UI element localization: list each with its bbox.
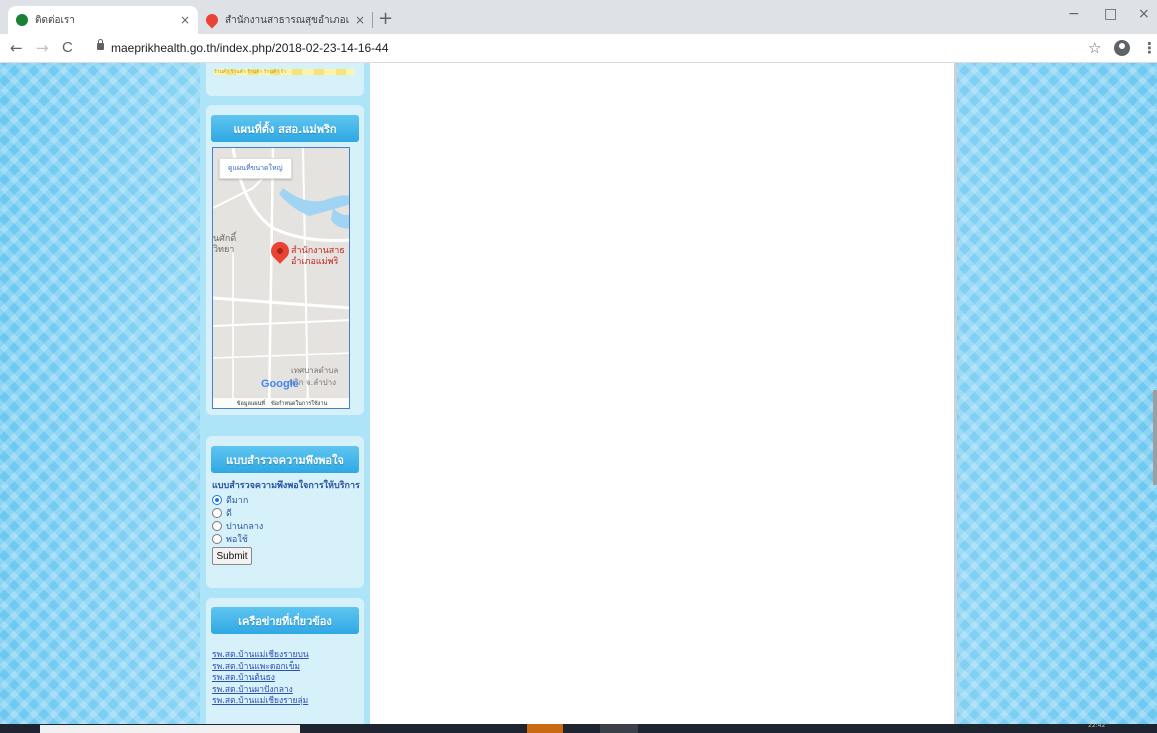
page-viewport: ร้านค้า ร้านค้า ร้านค้า ร้านค้า ร้า แผนท… [0, 63, 1157, 724]
new-tab-button[interactable]: + [378, 8, 393, 29]
network-link[interactable]: รพ.สต.บ้านแม่เชียงรายลุ่ม [212, 696, 360, 708]
account-avatar-icon[interactable] [1114, 40, 1130, 56]
poll-option-label: ปานกลาง [226, 521, 264, 532]
poll-option-label: พอใช้ [226, 534, 248, 545]
map-section-title: แผนที่ตั้ง สสอ.แม่พริก [211, 115, 359, 142]
tab-separator [372, 12, 373, 28]
embedded-map[interactable]: ดูแผนที่ขนาดใหญ่ นศักดิ์ วิทยา สำนักงานส… [212, 147, 350, 409]
taskbar-app-icon[interactable] [527, 724, 563, 733]
tab-close-icon[interactable]: × [180, 13, 190, 27]
radio-icon[interactable] [212, 507, 222, 518]
map-area-label: วิทยา [213, 245, 235, 255]
satisfaction-poll: แบบสำรวจความพึงพอใจการให้บริการ ดีมาก ดี… [212, 481, 360, 565]
taskbar-clock: 22:42 [1088, 722, 1106, 729]
back-button[interactable]: ← [10, 39, 23, 57]
radio-icon[interactable] [212, 533, 222, 544]
bookmark-star-icon[interactable]: ☆ [1088, 39, 1101, 57]
network-links: รพ.สต.บ้านแม่เชียงรายบน รพ.สต.บ้านแพะดอก… [212, 650, 360, 708]
map-area-label: นศักดิ์ [213, 234, 237, 244]
tab-title: ติดต่อเรา [35, 14, 75, 26]
lock-icon[interactable] [97, 39, 104, 50]
banner-strip[interactable]: ร้านค้า ร้านค้า ร้านค้า ร้านค้า ร้า [214, 69, 354, 75]
poll-option-label: ดีมาก [226, 495, 249, 506]
poll-box: แบบสำรวจความพึงพอใจ แบบสำรวจความพึงพอใจก… [206, 436, 364, 588]
network-link[interactable]: รพ.สต.บ้านต้นธง [212, 673, 360, 685]
browser-menu-icon[interactable]: ⋮ [1142, 39, 1157, 57]
poll-option[interactable]: ดี [212, 506, 360, 519]
close-window-button[interactable]: × [1138, 6, 1150, 22]
reload-button[interactable]: C [62, 39, 73, 56]
map-footer: ข้อมูลแผนที่ ข้อกำหนดในการใช้งาน [213, 398, 349, 408]
network-link[interactable]: รพ.สต.บ้านแม่เชียงรายบน [212, 650, 360, 662]
network-section-title: เครือข่ายที่เกี่ยวข้อง [211, 607, 359, 634]
page-container: ร้านค้า ร้านค้า ร้านค้า ร้านค้า ร้า แผนท… [200, 63, 957, 724]
map-area-label: เทศบาลตำบล [291, 366, 339, 375]
main-content [372, 63, 954, 724]
network-link[interactable]: รพ.สต.บ้านแพะดอกเข็ม [212, 662, 360, 674]
page-border [954, 63, 957, 724]
poll-option[interactable]: พอใช้ [212, 532, 360, 545]
site-favicon-icon [16, 14, 28, 26]
poll-option-label: ดี [226, 508, 232, 519]
taskbar-app-icon[interactable] [600, 724, 638, 733]
radio-selected-icon[interactable] [212, 494, 222, 505]
left-sidebar: ร้านค้า ร้านค้า ร้านค้า ร้านค้า ร้า แผนท… [200, 63, 370, 724]
poll-question: แบบสำรวจความพึงพอใจการให้บริการ [212, 481, 360, 491]
poll-submit-button[interactable]: Submit [212, 547, 252, 565]
tab-close-icon[interactable]: × [355, 13, 365, 27]
tab-contact[interactable]: ติดต่อเรา × [8, 6, 198, 34]
map-marker-label: สำนักงานสาธ อำเภอแม่พริ [291, 246, 345, 267]
tab-title: สำนักงานสาธารณสุขอำเภอแม่พริก - Goo [225, 14, 349, 26]
radio-icon[interactable] [212, 520, 222, 531]
banner-box: ร้านค้า ร้านค้า ร้านค้า ร้านค้า ร้า [206, 63, 364, 96]
network-box: เครือข่ายที่เกี่ยวข้อง รพ.สต.บ้านแม่เชีย… [206, 598, 364, 724]
poll-option[interactable]: ดีมาก [212, 493, 360, 506]
network-link[interactable]: รพ.สต.บ้านผาปังกลาง [212, 685, 360, 697]
map-data-link[interactable]: ข้อมูลแผนที่ [237, 400, 265, 408]
scrollbar-thumb[interactable] [1153, 390, 1157, 485]
poll-section-title: แบบสำรวจความพึงพอใจ [211, 446, 359, 473]
map-box: แผนที่ตั้ง สสอ.แม่พริก ดูแผนที่ขนาดใหญ่ … [206, 105, 364, 415]
os-taskbar: 22:42 [0, 722, 1157, 733]
tab-google-maps[interactable]: สำนักงานสาธารณสุขอำเภอแม่พริก - Goo × [198, 6, 373, 34]
browser-tab-bar: ติดต่อเรา × สำนักงานสาธารณสุขอำเภอแม่พริ… [0, 0, 1157, 34]
map-terms-link[interactable]: ข้อกำหนดในการใช้งาน [271, 400, 327, 408]
maps-pin-icon [203, 11, 221, 29]
forward-button[interactable]: → [36, 39, 49, 57]
maximize-button[interactable]: □ [1104, 6, 1117, 22]
minimize-button[interactable]: − [1068, 6, 1080, 22]
view-larger-map-button[interactable]: ดูแผนที่ขนาดใหญ่ [219, 158, 292, 179]
address-bar[interactable]: maeprikhealth.go.th/index.php/2018-02-23… [111, 41, 389, 55]
browser-toolbar: ← → C maeprikhealth.go.th/index.php/2018… [0, 34, 1157, 63]
taskbar-search[interactable] [40, 725, 300, 733]
poll-option[interactable]: ปานกลาง [212, 519, 360, 532]
google-logo: Google [261, 378, 299, 390]
